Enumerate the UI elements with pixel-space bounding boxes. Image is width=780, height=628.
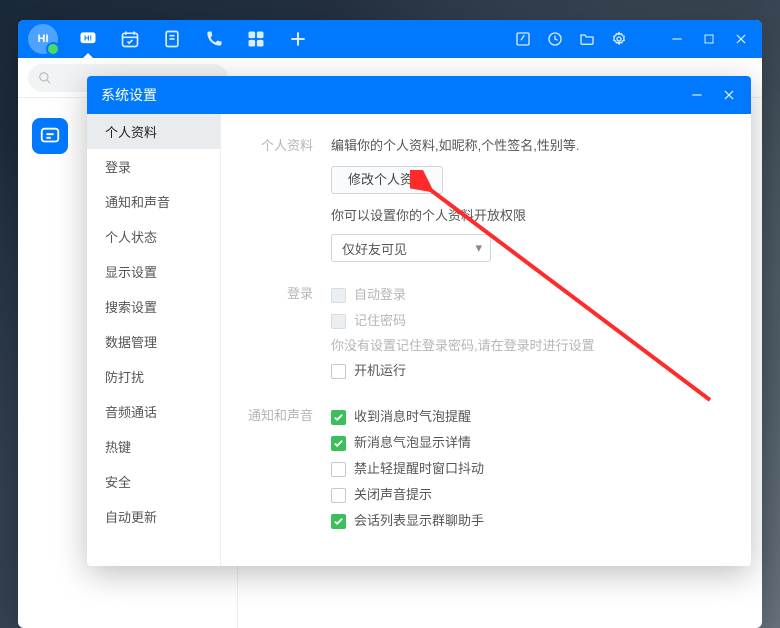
label-notify-2: 禁止轻提醒时窗口抖动 [354,456,484,482]
contact-avatar-icon [32,118,68,154]
settings-dialog: 系统设置 个人资料 登录 通知和声音 个人状态 显示设置 搜索设置 数据管理 防… [87,76,751,566]
chevron-down-icon: ▾ [475,240,482,256]
label-remember: 记住密码 [354,308,406,334]
checkbox-notify-2[interactable] [331,462,346,477]
notebook-icon[interactable] [162,29,182,49]
nav-item-profile[interactable]: 个人资料 [87,114,220,149]
label-notify-0: 收到消息时气泡提醒 [354,404,471,430]
screenshot-icon[interactable] [514,30,532,48]
nav-item-search[interactable]: 搜索设置 [87,289,220,324]
search-icon [38,71,52,85]
nav-item-dnd[interactable]: 防打扰 [87,359,220,394]
checkbox-notify-0[interactable] [331,410,346,425]
dropdown-value: 仅好友可见 [342,239,407,258]
checkbox-auto-login [331,288,346,303]
app-titlebar: HI H! [18,20,762,58]
profile-desc: 编辑你的个人资料,如昵称,个性签名,性别等. [331,134,725,158]
nav-item-login[interactable]: 登录 [87,149,220,184]
section-label-profile: 个人资料 [221,134,331,262]
dialog-minimize-button[interactable] [689,87,705,103]
nav-item-display[interactable]: 显示设置 [87,254,220,289]
label-auto-login: 自动登录 [354,282,406,308]
close-button[interactable] [732,30,750,48]
settings-gear-icon[interactable] [610,30,628,48]
dialog-titlebar: 系统设置 [87,76,751,114]
folder-icon[interactable] [578,30,596,48]
nav-item-security[interactable]: 安全 [87,464,220,499]
label-notify-1: 新消息气泡显示详情 [354,430,471,456]
dialog-title: 系统设置 [101,85,157,105]
user-avatar[interactable]: HI [28,24,58,54]
add-icon[interactable] [288,29,308,49]
checkbox-notify-3[interactable] [331,488,346,503]
calendar-icon[interactable] [120,29,140,49]
nav-item-audio[interactable]: 音频通话 [87,394,220,429]
settings-content: 个人资料 编辑你的个人资料,如昵称,个性签名,性别等. 修改个人资料 你可以设置… [221,114,751,566]
svg-text:H!: H! [84,34,92,43]
apps-icon[interactable] [246,29,266,49]
label-boot: 开机运行 [354,358,406,384]
nav-item-status[interactable]: 个人状态 [87,219,220,254]
checkbox-notify-4[interactable] [331,514,346,529]
dialog-close-button[interactable] [721,87,737,103]
label-notify-4: 会话列表显示群聊助手 [354,508,484,534]
login-hint: 你没有设置记住登录密码,请在登录时进行设置 [331,334,725,358]
label-notify-3: 关闭声音提示 [354,482,432,508]
edit-profile-button[interactable]: 修改个人资料 [331,166,443,194]
section-label-notify: 通知和声音 [221,404,331,534]
checkbox-remember [331,314,346,329]
checkbox-boot[interactable] [331,364,346,379]
nav-item-data[interactable]: 数据管理 [87,324,220,359]
chat-tab-icon[interactable]: H! [78,29,98,49]
minimize-button[interactable] [668,30,686,48]
nav-item-update[interactable]: 自动更新 [87,499,220,534]
phone-icon[interactable] [204,29,224,49]
visibility-dropdown[interactable]: 仅好友可见 ▾ [331,234,491,262]
history-icon[interactable] [546,30,564,48]
maximize-button[interactable] [700,30,718,48]
nav-item-notify[interactable]: 通知和声音 [87,184,220,219]
section-label-login: 登录 [221,282,331,384]
checkbox-notify-1[interactable] [331,436,346,451]
permission-hint: 你可以设置你的个人资料开放权限 [331,204,725,228]
settings-nav: 个人资料 登录 通知和声音 个人状态 显示设置 搜索设置 数据管理 防打扰 音频… [87,114,221,566]
nav-item-hotkey[interactable]: 热键 [87,429,220,464]
